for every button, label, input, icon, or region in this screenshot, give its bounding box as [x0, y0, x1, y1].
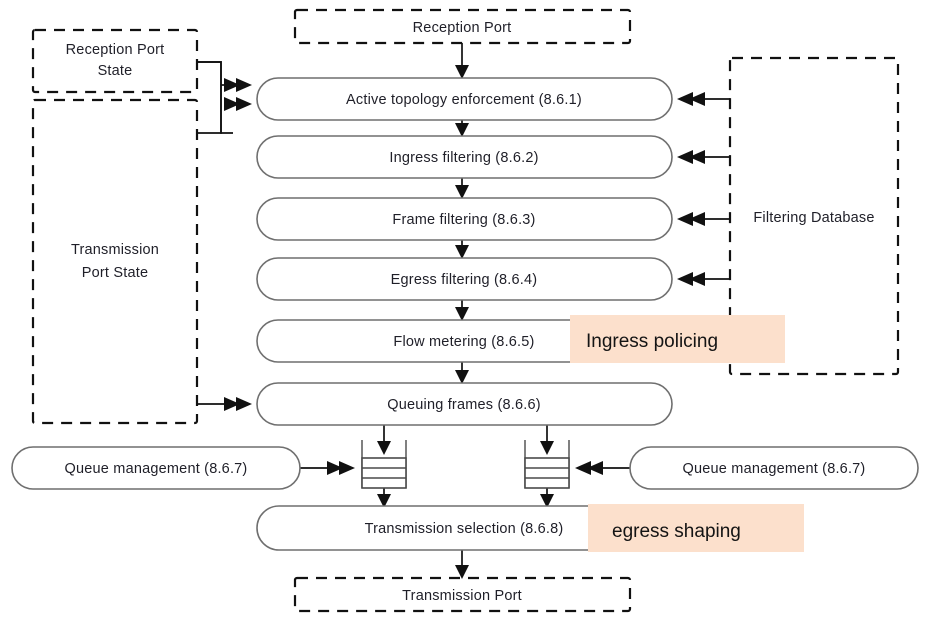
transmission-port-state-label-line1: Transmission — [71, 242, 159, 258]
connector-filtering-database-to-egress-filtering — [677, 272, 730, 286]
process-label-transmission-selection: Transmission selection (8.6.8) — [365, 521, 564, 537]
dashed-box-transmission-port-state: Transmission Port State — [31, 98, 199, 425]
process-label-frame-filtering: Frame filtering (8.6.3) — [392, 212, 535, 228]
connector-queue-management-left-to-queue-left — [300, 461, 355, 475]
process-box-frame-filtering[interactable]: Frame filtering (8.6.3) — [256, 197, 673, 241]
connector-reception-port-to-active-topology — [455, 43, 469, 79]
connector-egress-filtering-to-flow-metering — [455, 300, 469, 321]
connector-transmission-selection-to-transmission-port — [455, 550, 469, 579]
process-box-queue-management-right[interactable]: Queue management (8.6.7) — [629, 446, 919, 490]
transmission-port-label: Transmission Port — [402, 588, 522, 604]
dashed-box-reception-port-state: Reception Port State — [31, 28, 199, 94]
connector-queuing-frames-to-queue-right — [540, 425, 554, 455]
reception-port-state-label-line1: Reception Port — [66, 42, 165, 58]
connector-filtering-database-to-ingress-filtering — [677, 150, 730, 164]
reception-port-state-label-line2: State — [98, 63, 133, 79]
annotation-label-egress-shaping: egress shaping — [612, 521, 741, 542]
connector-active-topology-to-ingress-filtering — [455, 120, 469, 137]
process-label-ingress-filtering: Ingress filtering (8.6.2) — [389, 150, 538, 166]
transmission-port-state-label-line2: Port State — [82, 265, 148, 281]
process-label-queuing-frames: Queuing frames (8.6.6) — [387, 397, 541, 413]
process-label-egress-filtering: Egress filtering (8.6.4) — [391, 272, 538, 288]
process-label-queue-management-right: Queue management (8.6.7) — [683, 461, 866, 477]
connector-flow-metering-to-queuing-frames — [455, 362, 469, 384]
bridge-forwarding-process-diagram: Reception Port Reception Port State Tran… — [11, 8, 919, 613]
process-label-active-topology-enforcement: Active topology enforcement (8.6.1) — [346, 92, 582, 108]
annotation-label-ingress-policing: Ingress policing — [586, 331, 718, 352]
process-box-ingress-filtering[interactable]: Ingress filtering (8.6.2) — [256, 135, 673, 179]
connector-filtering-database-to-frame-filtering — [677, 212, 730, 226]
annotation-egress-shaping: egress shaping — [588, 504, 804, 552]
dashed-box-reception-port: Reception Port — [293, 8, 632, 45]
process-label-flow-metering: Flow metering (8.6.5) — [393, 334, 534, 350]
process-box-egress-filtering[interactable]: Egress filtering (8.6.4) — [256, 257, 673, 301]
annotation-ingress-policing: Ingress policing — [570, 315, 785, 363]
connector-queuing-frames-to-queue-left — [377, 425, 391, 455]
reception-port-label: Reception Port — [413, 20, 512, 36]
process-box-queue-management-left[interactable]: Queue management (8.6.7) — [11, 446, 301, 490]
process-box-queuing-frames[interactable]: Queuing frames (8.6.6) — [256, 382, 673, 426]
connector-frame-filtering-to-egress-filtering — [455, 240, 469, 259]
filtering-database-label: Filtering Database — [753, 210, 874, 226]
connector-filtering-database-to-active-topology — [677, 92, 730, 106]
dashed-box-transmission-port: Transmission Port — [293, 576, 632, 613]
connector-queue-left-to-transmission-selection — [377, 488, 391, 508]
connector-queue-right-to-transmission-selection — [540, 488, 554, 508]
process-label-queue-management-left: Queue management (8.6.7) — [65, 461, 248, 477]
connector-reception-port-state-to-active-topology — [197, 61, 252, 134]
process-box-active-topology-enforcement[interactable]: Active topology enforcement (8.6.1) — [256, 77, 673, 121]
connector-queue-management-right-to-queue-right — [575, 461, 630, 475]
connector-ingress-filtering-to-frame-filtering — [455, 178, 469, 199]
connector-transmission-port-state-to-queuing-frames — [197, 397, 252, 411]
